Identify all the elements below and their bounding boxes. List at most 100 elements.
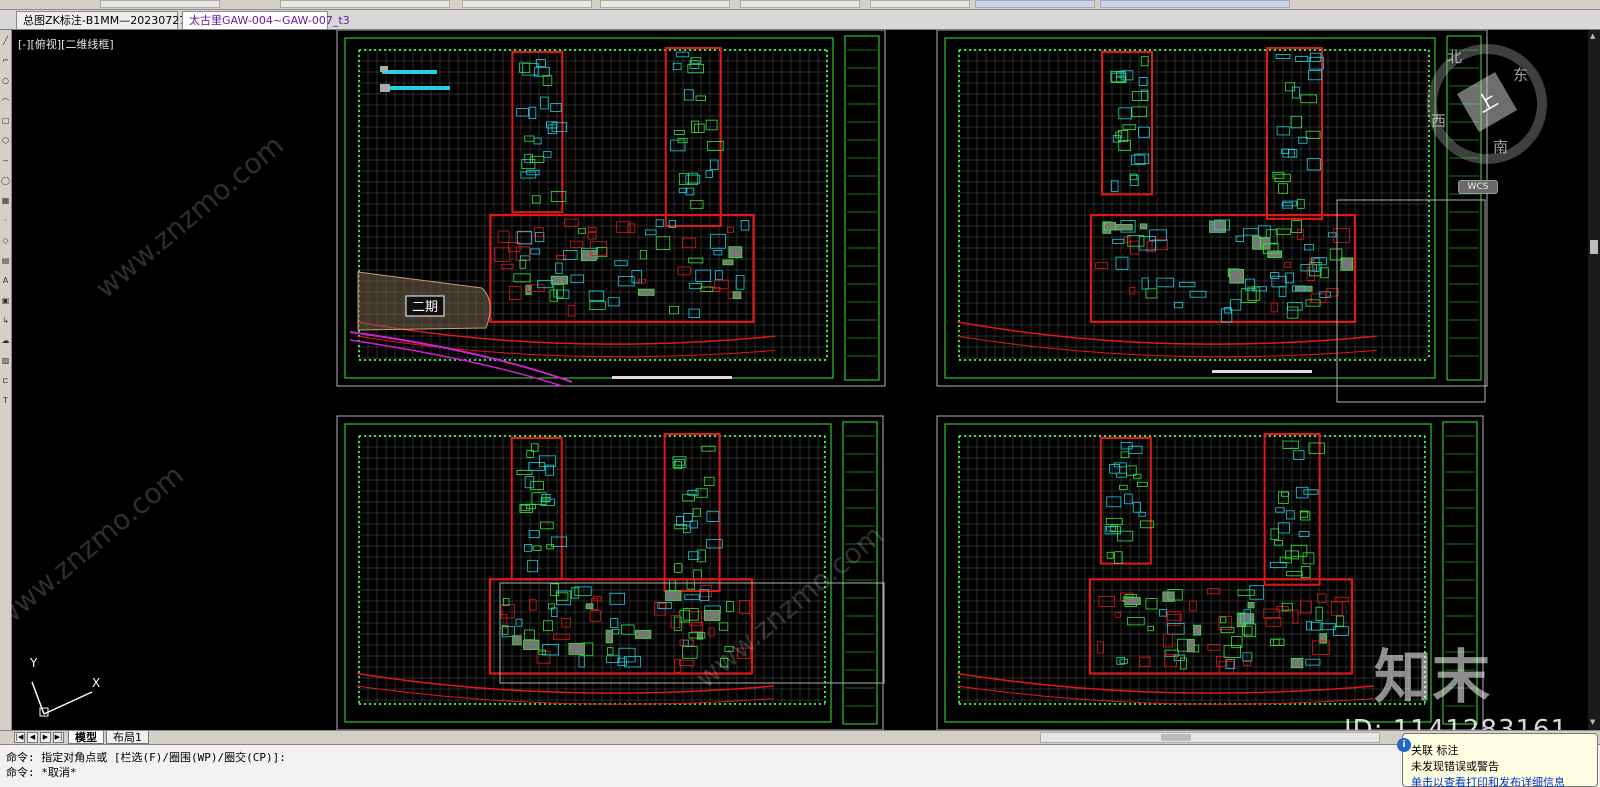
drawing-canvas[interactable]: 二期 [-][俯视][二维线框] www.znzmo.com www.znzmo… <box>12 30 1600 730</box>
gradient-tool-icon[interactable]: ▨ <box>1 356 10 365</box>
unit-outline <box>692 508 701 517</box>
document-tab-active[interactable]: 太古里GAW-004~GAW-007_t3 <box>182 11 350 29</box>
mtext-tool-icon[interactable]: T <box>1 396 10 405</box>
ellipse-tool-icon[interactable]: ◯ <box>1 176 10 185</box>
unit-outline <box>1105 517 1123 526</box>
legend-swatch <box>380 66 388 72</box>
block-tool-icon[interactable]: ▣ <box>1 296 10 305</box>
shop-outline <box>722 259 734 266</box>
shop-outline <box>1290 657 1304 669</box>
scroll-up-icon[interactable]: ▲ <box>1590 32 1598 40</box>
unit-outline <box>532 545 542 551</box>
shop-outline <box>1249 585 1264 600</box>
shop-outline <box>550 583 559 597</box>
shop-outline <box>570 274 584 284</box>
spline-tool-icon[interactable]: ~ <box>1 156 10 165</box>
boundary-tool-icon[interactable]: ⊏ <box>1 376 10 385</box>
insert-tool-icon[interactable]: ↳ <box>1 316 10 325</box>
hscroll-thumb[interactable] <box>1161 734 1191 741</box>
shop-outline <box>568 642 585 655</box>
shop-outline <box>494 247 511 263</box>
unit-outline <box>668 579 677 592</box>
document-tab[interactable]: 总图ZK标注-B1MM—20230727_t3 <box>16 11 203 29</box>
next-layout-icon[interactable]: ▶ <box>40 732 51 743</box>
unit-outline <box>540 521 554 530</box>
shop-outline <box>1269 638 1285 646</box>
unit-outline <box>691 120 700 133</box>
shop-outline <box>639 250 647 260</box>
viewcube[interactable]: 上 北 东 南 西 <box>1427 44 1547 164</box>
hatch-tool-icon[interactable]: ▦ <box>1 196 10 205</box>
wcs-menu[interactable]: WCS <box>1458 180 1498 194</box>
first-layout-icon[interactable]: |◀ <box>14 732 25 743</box>
unit-outline <box>694 123 705 133</box>
unit-outline <box>1270 528 1279 540</box>
shop-outline <box>509 286 522 300</box>
ribbon-panel[interactable] <box>100 0 220 8</box>
tab-model[interactable]: 模型 <box>68 731 104 744</box>
shop-outline <box>1329 248 1343 261</box>
unit-outline <box>1308 69 1323 81</box>
shop-outline <box>588 290 605 302</box>
viewcube-top-face[interactable]: 上 <box>1456 71 1518 133</box>
command-line-history[interactable]: 命令: 指定对角点或 [栏选(F)/圈围(WP)/圈交(CP)]: 命令: *取… <box>0 744 1600 787</box>
shop-outline <box>727 226 734 234</box>
rectangle-tool-icon[interactable]: □ <box>1 116 10 125</box>
viewcube-east[interactable]: 东 <box>1513 64 1528 85</box>
shop-outline <box>1206 588 1220 595</box>
arc-tool-icon[interactable]: ◠ <box>1 96 10 105</box>
ribbon-panel[interactable] <box>600 0 730 8</box>
shop-outline <box>735 275 745 290</box>
vertical-scrollbar[interactable]: ▲ ▼ <box>1588 30 1600 730</box>
shop-outline <box>605 629 613 644</box>
unit-outline <box>1301 566 1311 579</box>
point-tool-icon[interactable]: · <box>1 216 10 225</box>
shop-outline <box>578 228 586 234</box>
scrollbar-thumb[interactable] <box>1590 240 1598 254</box>
unit-outline <box>1132 501 1141 513</box>
shop-outline <box>578 655 585 668</box>
viewport-controls[interactable]: [-][俯视][二维线框] <box>18 36 114 52</box>
last-layout-icon[interactable]: ▶| <box>53 732 64 743</box>
shop-outline <box>1156 277 1174 288</box>
unit-outline <box>1308 442 1325 454</box>
notification-link[interactable]: 单击以查看打印和发布详细信息 <box>1411 774 1565 787</box>
region-tool-icon[interactable]: ◇ <box>1 236 10 245</box>
notification-balloon[interactable]: i 关联 标注 未发现错误或警告 单击以查看打印和发布详细信息 <box>1397 733 1598 787</box>
shop-outline <box>1229 268 1245 284</box>
polygon-tool-icon[interactable]: ⬡ <box>1 136 10 145</box>
shop-outline <box>1319 291 1331 298</box>
shop-outline <box>703 286 721 292</box>
viewcube-south[interactable]: 南 <box>1493 136 1508 157</box>
polyline-tool-icon[interactable]: ⌐ <box>1 56 10 65</box>
prev-layout-icon[interactable]: ◀ <box>27 732 38 743</box>
unit-outline <box>1119 484 1128 490</box>
circle-tool-icon[interactable]: ○ <box>1 76 10 85</box>
view-toolbar[interactable] <box>975 0 1095 8</box>
view-toolbar[interactable] <box>1100 0 1290 8</box>
line-tool-icon[interactable]: ╱ <box>1 36 10 45</box>
ribbon-panel[interactable] <box>740 0 860 8</box>
unit-outline <box>706 510 720 522</box>
shop-outline <box>1286 306 1299 319</box>
unit-outline <box>1287 149 1298 158</box>
viewcube-west[interactable]: 西 <box>1431 110 1446 131</box>
shop-outline <box>1310 293 1327 303</box>
text-tool-icon[interactable]: A <box>1 276 10 285</box>
horizontal-scrollbar[interactable] <box>1040 732 1380 743</box>
unit-outline <box>1133 473 1142 479</box>
shop-outline <box>1158 609 1168 617</box>
table-tool-icon[interactable]: ▤ <box>1 256 10 265</box>
shop-outline <box>523 639 540 650</box>
revcloud-tool-icon[interactable]: ☁ <box>1 336 10 345</box>
tab-layout1[interactable]: 布局1 <box>106 731 149 744</box>
cad-drawing[interactable]: 二期 <box>12 30 1600 730</box>
unit-outline <box>1281 491 1290 497</box>
ribbon-panel[interactable] <box>870 0 970 8</box>
ribbon-panel[interactable] <box>280 0 450 8</box>
unit-outline <box>1300 94 1318 104</box>
viewcube-north[interactable]: 北 <box>1447 46 1462 67</box>
shop-outline <box>612 628 620 635</box>
ribbon-panel[interactable] <box>462 0 592 8</box>
scroll-down-icon[interactable]: ▼ <box>1590 718 1598 726</box>
